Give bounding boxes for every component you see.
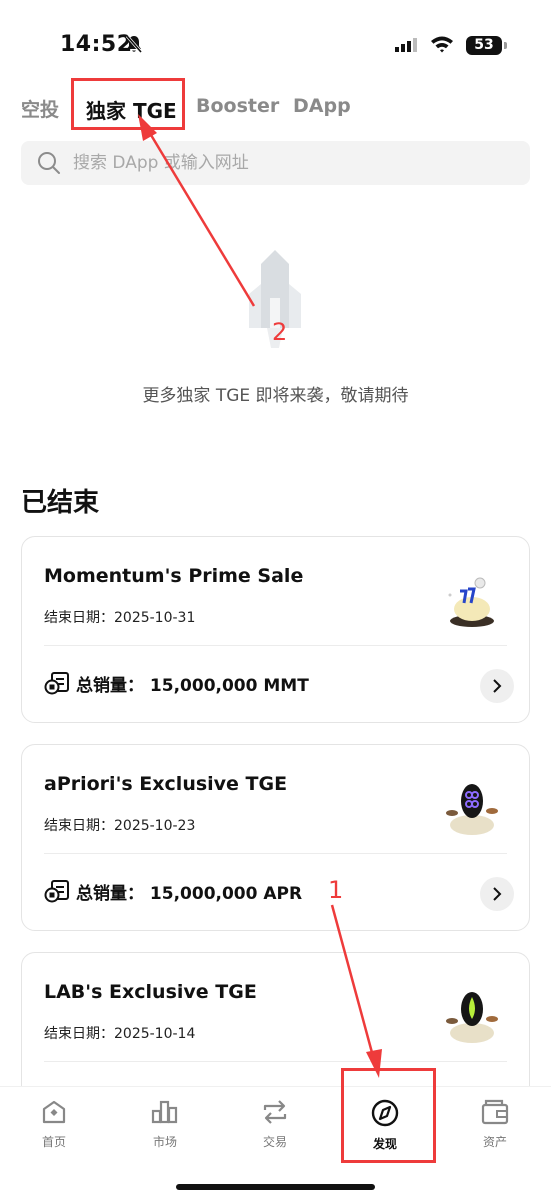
- tge-card[interactable]: Momentum's Prime Sale 结束日期：2025-10-31 总销…: [21, 536, 530, 723]
- nav-market[interactable]: 市场: [125, 1099, 205, 1159]
- nav-label: 首页: [41, 1135, 66, 1149]
- card-title: aPriori's Exclusive TGE: [44, 773, 288, 795]
- bell-muted-icon: [124, 34, 144, 58]
- sales-row: 总销量： 15,000,000 MMT: [44, 669, 514, 703]
- card-title: LAB's Exclusive TGE: [44, 981, 257, 1003]
- total-sales-label: 总销量： 15,000,000 MMT: [76, 676, 309, 696]
- cellular-signal-icon: [395, 38, 421, 58]
- sales-row: 总销量： 15,000,000 APR: [44, 877, 514, 911]
- wallet-icon: [481, 1099, 509, 1125]
- annotation-marker-2: 2: [272, 318, 288, 346]
- status-time: 14:52: [60, 32, 133, 57]
- card-divider: [44, 645, 507, 646]
- annotation-highlight-nav: [341, 1068, 436, 1163]
- market-chart-icon: [151, 1100, 178, 1124]
- battery-tip: [504, 42, 507, 49]
- tge-card[interactable]: aPriori's Exclusive TGE 结束日期：2025-10-23 …: [21, 744, 530, 931]
- total-sales-label: 总销量： 15,000,000 APR: [76, 884, 303, 904]
- card-end-date: 结束日期：2025-10-23: [44, 818, 196, 834]
- search-input[interactable]: [73, 141, 513, 185]
- tab-booster[interactable]: Booster: [196, 95, 279, 117]
- card-end-date: 结束日期：2025-10-14: [44, 1026, 196, 1042]
- home-indicator[interactable]: [176, 1184, 375, 1190]
- card-end-date: 结束日期：2025-10-31: [44, 610, 196, 626]
- battery-indicator: 53: [466, 36, 502, 55]
- nav-home[interactable]: 首页: [14, 1099, 94, 1159]
- tab-dapp[interactable]: DApp: [293, 95, 351, 117]
- nav-trade[interactable]: 交易: [235, 1099, 315, 1159]
- status-bar: 14:52 53: [0, 0, 551, 90]
- section-title-ended: 已结束: [21, 488, 100, 518]
- annotation-marker-1: 1: [328, 876, 344, 904]
- tab-airdrop[interactable]: 空投: [21, 95, 59, 122]
- nav-label: 交易: [262, 1135, 287, 1149]
- card-detail-button[interactable]: [480, 669, 514, 703]
- card-title: Momentum's Prime Sale: [44, 565, 304, 587]
- nav-label: 资产: [482, 1135, 507, 1149]
- sales-volume-icon: [44, 671, 70, 699]
- annotation-highlight-tab: [71, 78, 185, 130]
- card-divider: [44, 1061, 507, 1062]
- search-icon: [37, 151, 61, 179]
- nav-label: 市场: [152, 1135, 177, 1149]
- wifi-icon: [430, 35, 454, 57]
- bottom-navigation: 首页 市场 交易 发现 资产: [0, 1086, 551, 1200]
- card-divider: [44, 853, 507, 854]
- apriori-logo-icon: [442, 777, 502, 837]
- home-icon: [42, 1100, 66, 1124]
- momentum-logo-icon: [442, 569, 502, 629]
- empty-state-text: 更多独家 TGE 即将来袭，敬请期待: [142, 386, 409, 406]
- card-detail-button[interactable]: [480, 877, 514, 911]
- lab-logo-icon: [442, 985, 502, 1045]
- trade-swap-icon: [263, 1100, 287, 1124]
- nav-assets[interactable]: 资产: [455, 1099, 535, 1159]
- sales-volume-icon: [44, 879, 70, 907]
- search-bar[interactable]: [21, 141, 530, 185]
